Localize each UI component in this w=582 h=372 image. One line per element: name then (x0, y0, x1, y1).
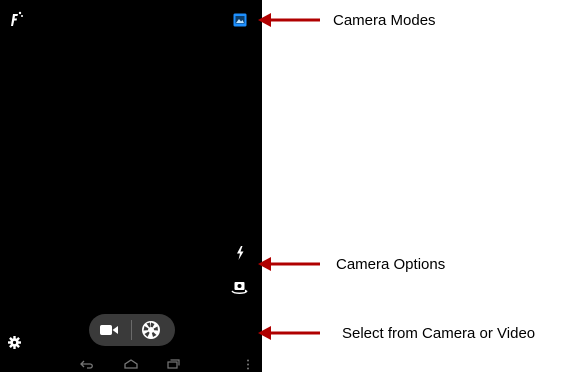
camera-modes-label: Camera Modes (333, 12, 436, 29)
flash-icon[interactable] (236, 246, 244, 260)
select-mode-arrow (258, 326, 320, 340)
picture-mode-icon[interactable] (233, 13, 247, 27)
selector-divider (131, 320, 132, 340)
home-icon[interactable] (124, 359, 138, 369)
camera-video-selector (89, 314, 175, 346)
camera-options-arrow (258, 257, 320, 271)
recent-apps-icon[interactable] (167, 359, 180, 369)
camera-modes-arrow (258, 13, 320, 27)
hdr-icon[interactable] (8, 10, 24, 28)
camera-options-label: Camera Options (336, 256, 446, 273)
select-mode-label: Select from Camera or Video (342, 325, 536, 342)
shutter-icon[interactable] (141, 320, 161, 340)
switch-camera-icon[interactable] (231, 280, 248, 296)
overflow-menu-icon[interactable] (246, 359, 250, 370)
back-icon[interactable] (80, 360, 94, 369)
camera-viewfinder (0, 0, 262, 372)
video-camera-icon[interactable] (100, 324, 118, 336)
gear-icon[interactable] (8, 336, 21, 349)
